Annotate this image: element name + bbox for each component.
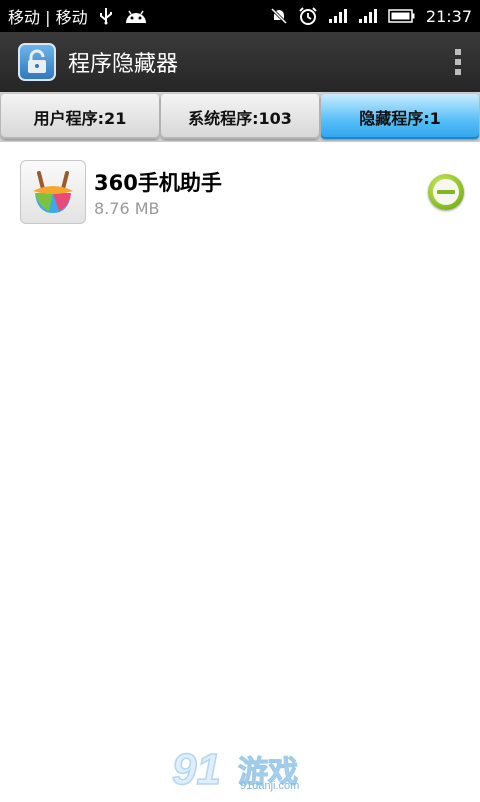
overflow-menu-icon[interactable] <box>448 46 468 78</box>
carrier-label: 移动 | 移动 <box>8 8 88 27</box>
muted-notification-icon <box>270 7 288 25</box>
tab-bar: 用户程序:21 系统程序:103 隐藏程序:1 <box>0 92 480 142</box>
action-bar: 程序隐藏器 <box>0 32 480 92</box>
unhide-icon <box>433 179 459 205</box>
list-item[interactable]: 360手机助手 8.76 MB <box>0 142 480 230</box>
alarm-icon <box>298 6 318 26</box>
lock-icon[interactable] <box>18 43 56 81</box>
app-size: 8.76 MB <box>94 199 160 218</box>
battery-icon <box>388 8 416 24</box>
unhide-button[interactable] <box>428 174 464 210</box>
tab-system-programs[interactable]: 系统程序:103 <box>161 94 319 139</box>
app-list: 360手机助手 8.76 MB <box>0 142 480 230</box>
app-name: 360手机助手 <box>94 171 222 195</box>
svg-text:91: 91 <box>172 745 221 794</box>
page-title: 程序隐藏器 <box>68 52 179 77</box>
usb-icon <box>98 7 114 25</box>
signal-icon <box>328 8 348 24</box>
clock: 21:37 <box>425 6 472 26</box>
status-bar: 移动 | 移动 21:37 <box>0 0 480 32</box>
signal-icon <box>358 8 378 24</box>
tab-hidden-programs[interactable]: 隐藏程序:1 <box>321 94 479 139</box>
app-360-assistant-icon <box>20 160 86 224</box>
watermark-url: 91danji.com <box>240 780 300 792</box>
tab-user-programs[interactable]: 用户程序:21 <box>1 94 159 139</box>
android-icon <box>124 8 148 24</box>
